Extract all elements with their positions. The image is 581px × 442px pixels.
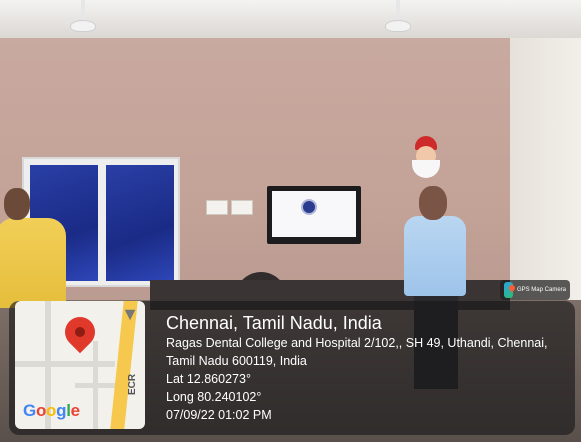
latitude: Lat 12.860273° xyxy=(166,372,251,386)
switch-board xyxy=(206,200,228,215)
santa-poster xyxy=(406,132,444,182)
mini-map: ▼ ECR Google xyxy=(15,301,145,429)
google-letter: o xyxy=(35,401,47,420)
longitude: Long 80.240102° xyxy=(166,390,262,404)
location-info: Chennai, Tamil Nadu, India Ragas Dental … xyxy=(166,312,571,424)
gps-map-camera-icon xyxy=(504,282,513,298)
switch-board xyxy=(231,200,253,215)
address-line-2: Tamil Nadu 600119, India xyxy=(166,354,307,368)
wall-tv xyxy=(267,186,361,244)
location-title: Chennai, Tamil Nadu, India xyxy=(166,313,382,333)
address-line-1: Ragas Dental College and Hospital 2/102,… xyxy=(166,336,548,350)
google-letter: e xyxy=(70,401,80,420)
google-logo: Google xyxy=(23,401,80,421)
navigation-arrow-icon: ▼ xyxy=(121,304,139,324)
google-letter: g xyxy=(56,401,67,420)
app-name: GPS Map Camera xyxy=(516,287,566,293)
datetime: 07/09/22 01:02 PM xyxy=(166,408,272,422)
tv-logo-icon xyxy=(301,199,317,215)
road-label: ECR xyxy=(127,373,138,395)
google-letter: o xyxy=(46,401,57,420)
gps-map-camera-badge: GPS Map Camera xyxy=(500,280,570,300)
ceiling xyxy=(0,0,581,38)
google-letter: G xyxy=(23,401,36,420)
